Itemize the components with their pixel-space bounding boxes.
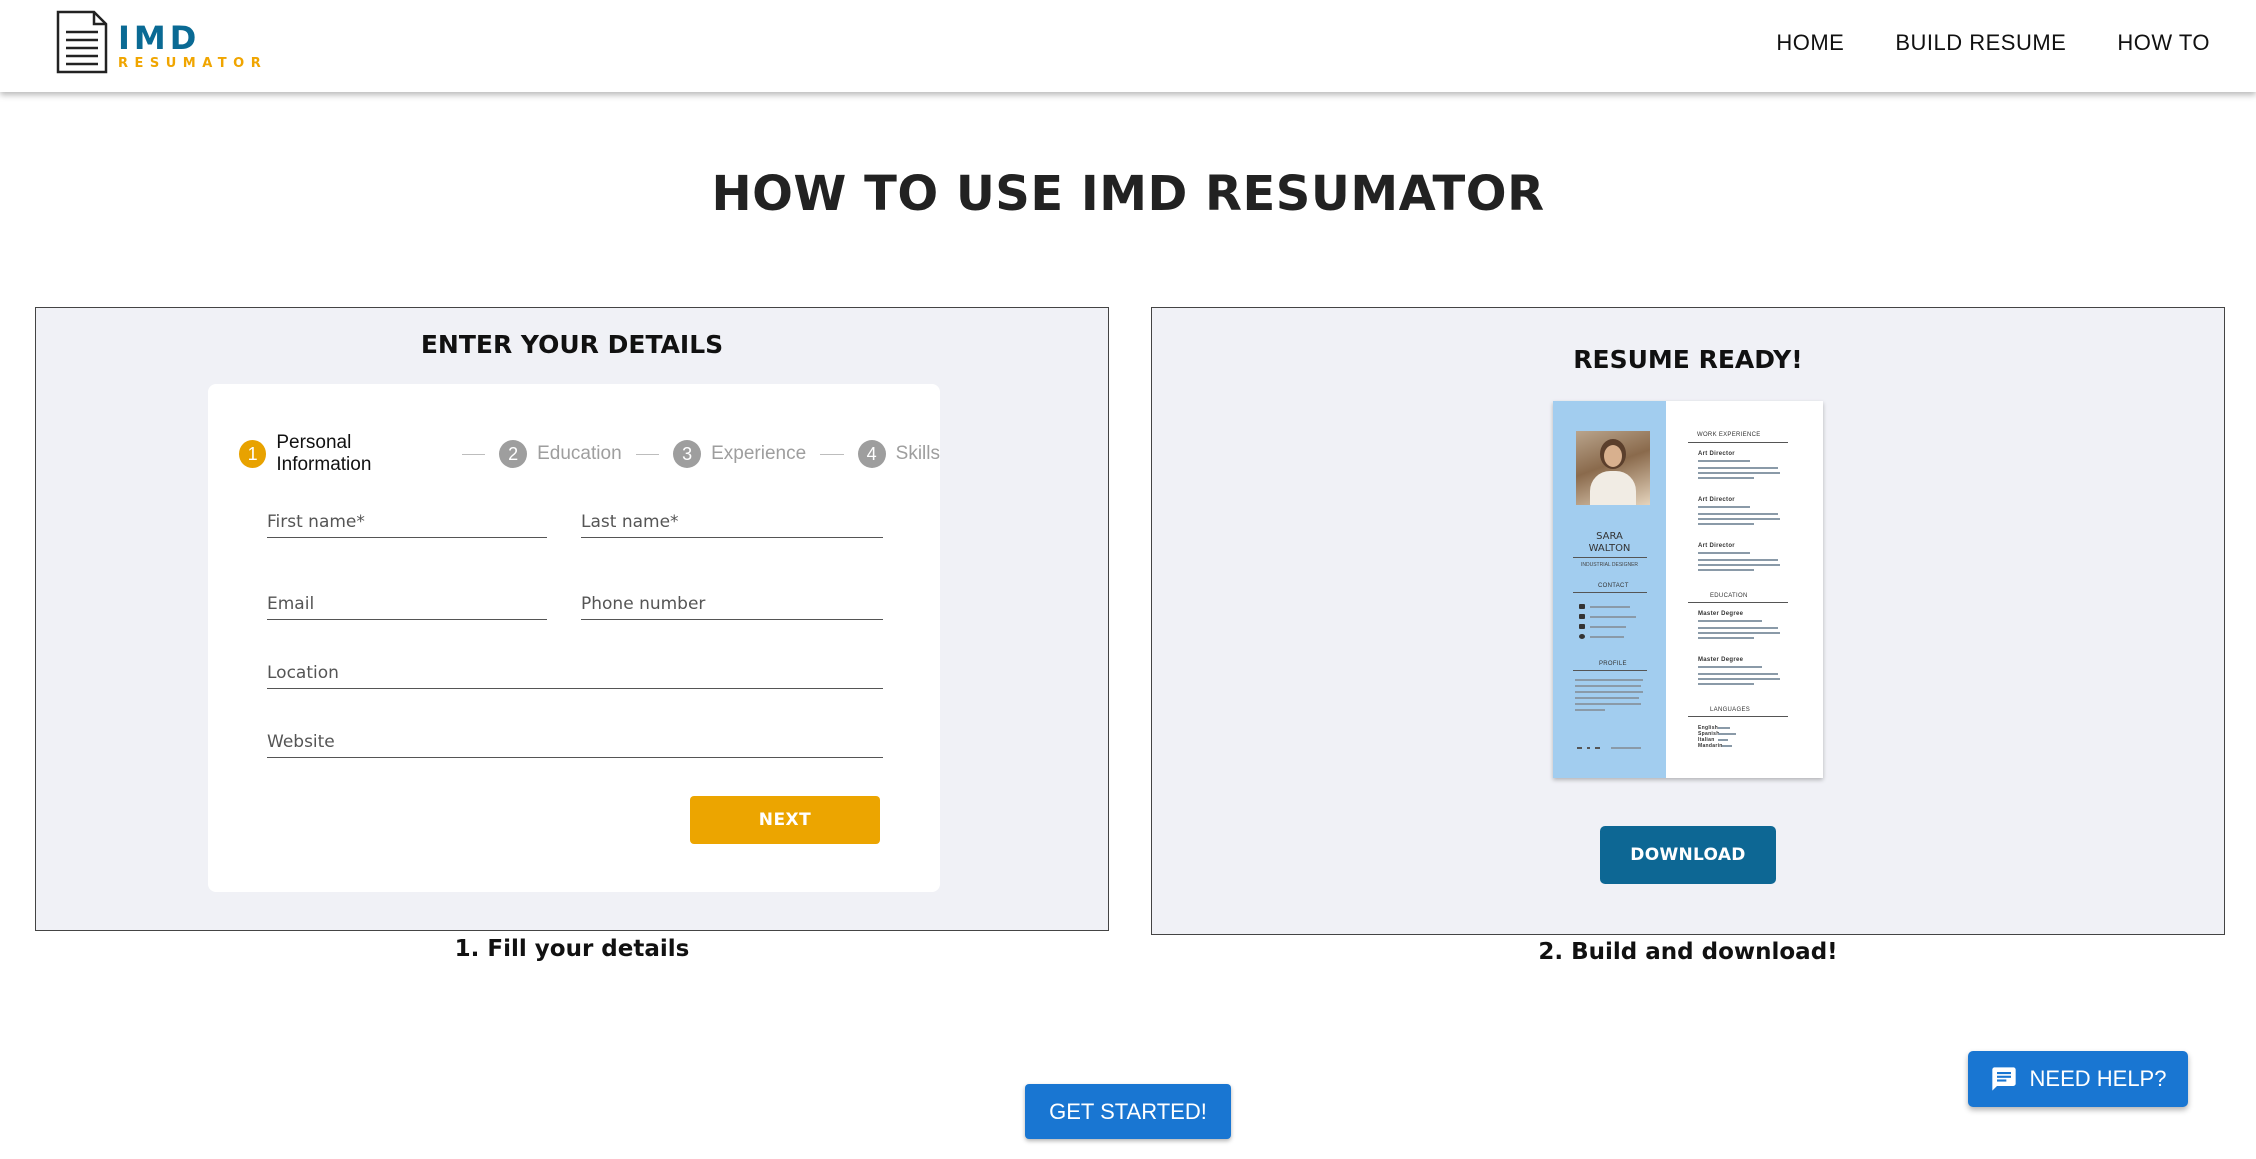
first-name-field	[267, 502, 547, 538]
logo-main-text: IMD	[118, 19, 201, 57]
phone-field	[581, 584, 883, 620]
resume-languages-heading: LANGUAGES	[1710, 707, 1751, 713]
email-field	[267, 584, 547, 620]
resume-contact-heading: CONTACT	[1598, 583, 1629, 589]
resume-education-heading: EDUCATION	[1710, 593, 1748, 599]
resume-name: SARA WALTON	[1588, 531, 1631, 554]
resume-ready-heading: RESUME READY!	[1573, 345, 1803, 374]
chat-icon	[1991, 1067, 2016, 1091]
step-skills[interactable]: 4 Skills	[857, 440, 940, 468]
form-card: 1 Personal Information 2 Education 3 Exp…	[208, 384, 940, 892]
enter-details-panel: ENTER YOUR DETAILS 1 Personal Informatio…	[35, 307, 1109, 931]
document-logo-icon	[56, 10, 108, 74]
step-experience[interactable]: 3 Experience	[673, 440, 806, 468]
step-connector	[635, 453, 660, 455]
step-label: Skills	[895, 443, 940, 464]
step-number: 1	[239, 440, 267, 468]
next-button[interactable]: NEXT	[690, 796, 880, 844]
step-education[interactable]: 2 Education	[499, 440, 622, 468]
resume-work-heading: WORK EXPERIENCE	[1697, 432, 1761, 438]
website-input[interactable]	[267, 722, 883, 757]
first-name-input[interactable]	[267, 502, 547, 537]
resume-ready-panel: RESUME READY! SARA WALTON INDUSTRIAL DES…	[1151, 307, 2225, 935]
resume-sidebar: SARA WALTON INDUSTRIAL DESIGNER CONTACT …	[1553, 401, 1666, 778]
phone-input[interactable]	[581, 584, 883, 619]
resume-preview-image: SARA WALTON INDUSTRIAL DESIGNER CONTACT …	[1553, 401, 1823, 778]
stepper: 1 Personal Information 2 Education 3 Exp…	[239, 432, 940, 476]
resume-title: INDUSTRIAL DESIGNER	[1580, 562, 1639, 568]
last-name-field	[581, 502, 883, 538]
need-help-label: NEED HELP?	[2029, 1066, 2167, 1091]
step-number: 2	[499, 440, 528, 468]
step-number: 3	[673, 440, 702, 468]
step-personal-information[interactable]: 1 Personal Information	[239, 432, 448, 476]
page-title: HOW TO USE IMD RESUMATOR	[711, 166, 1545, 222]
main-nav: HOME BUILD RESUME HOW TO	[1725, 30, 2210, 56]
location-input[interactable]	[267, 653, 883, 688]
get-started-button[interactable]: GET STARTED!	[1025, 1084, 1231, 1139]
step-label: Experience	[711, 443, 807, 464]
nav-how-to[interactable]: HOW TO	[2117, 30, 2210, 56]
resume-main-column: WORK EXPERIENCE Art Director Art Directo…	[1666, 401, 1823, 778]
phone-icon	[1579, 604, 1585, 609]
step-connector	[820, 453, 844, 455]
resume-profile-heading: PROFILE	[1599, 661, 1627, 667]
logo-sub-text: RESUMATOR	[118, 56, 268, 71]
logo[interactable]: IMD RESUMATOR	[54, 10, 267, 74]
step-two-caption: 2. Build and download!	[1538, 939, 1838, 965]
nav-home[interactable]: HOME	[1776, 30, 1844, 56]
location-field	[267, 653, 883, 689]
step-label: Personal Information	[276, 432, 372, 475]
last-name-input[interactable]	[581, 502, 883, 537]
globe-icon	[1579, 634, 1585, 639]
nav-build-resume[interactable]: BUILD RESUME	[1895, 30, 2066, 56]
step-connector	[461, 453, 486, 455]
step-one-caption: 1. Fill your details	[454, 936, 690, 962]
website-field	[267, 722, 883, 758]
mail-icon	[1579, 614, 1585, 619]
enter-details-heading: ENTER YOUR DETAILS	[420, 330, 724, 359]
step-label: Education	[537, 443, 622, 464]
email-input[interactable]	[267, 584, 547, 619]
home-icon	[1579, 624, 1585, 629]
step-number: 4	[857, 440, 886, 468]
download-button[interactable]: DOWNLOAD	[1600, 826, 1776, 884]
profile-photo	[1576, 431, 1650, 505]
need-help-button[interactable]: NEED HELP?	[1968, 1051, 2188, 1107]
top-nav-bar: IMD RESUMATOR HOME BUILD RESUME HOW TO	[0, 0, 2256, 92]
